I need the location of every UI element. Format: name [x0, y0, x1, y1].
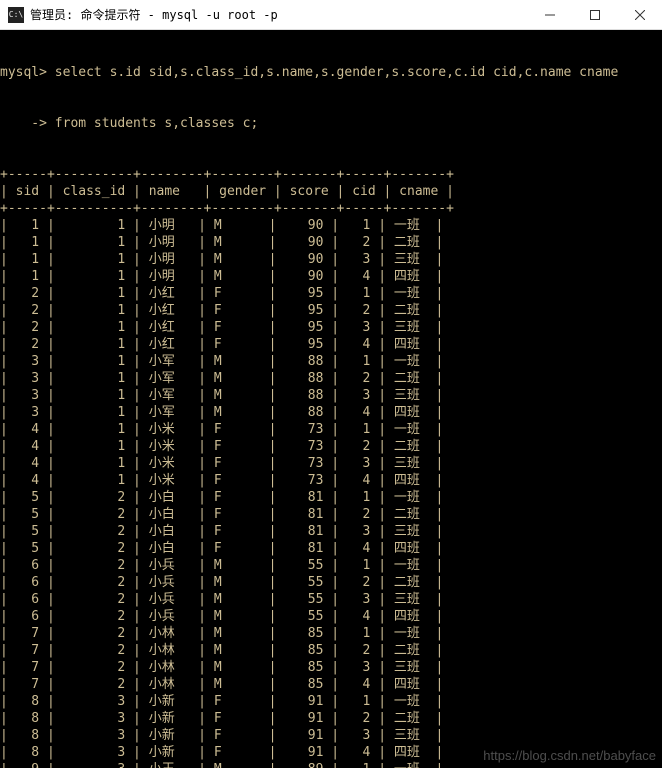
table-row: | 6 | 2 | 小兵 | M | 55 | 2 | 二班 |	[0, 574, 662, 591]
table-row: | 3 | 1 | 小军 | M | 88 | 3 | 三班 |	[0, 387, 662, 404]
titlebar: C:\ 管理员: 命令提示符 - mysql -u root -p	[0, 0, 662, 30]
minimize-button[interactable]	[527, 0, 572, 30]
result-table: +-----+----------+--------+--------+----…	[0, 166, 662, 768]
table-row: | 3 | 1 | 小军 | M | 88 | 2 | 二班 |	[0, 370, 662, 387]
table-row: | 2 | 1 | 小红 | F | 95 | 1 | 一班 |	[0, 285, 662, 302]
table-row: | 6 | 2 | 小兵 | M | 55 | 4 | 四班 |	[0, 608, 662, 625]
table-row: | 5 | 2 | 小白 | F | 81 | 1 | 一班 |	[0, 489, 662, 506]
table-row: | 1 | 1 | 小明 | M | 90 | 2 | 二班 |	[0, 234, 662, 251]
sql-line-1: mysql> select s.id sid,s.class_id,s.name…	[0, 64, 662, 81]
table-header-row: | sid | class_id | name | gender | score…	[0, 183, 662, 200]
table-row: | 7 | 2 | 小林 | M | 85 | 4 | 四班 |	[0, 676, 662, 693]
close-button[interactable]	[617, 0, 662, 30]
table-row: | 1 | 1 | 小明 | M | 90 | 1 | 一班 |	[0, 217, 662, 234]
terminal-content: mysql> select s.id sid,s.class_id,s.name…	[0, 30, 662, 768]
table-row: | 3 | 1 | 小军 | M | 88 | 4 | 四班 |	[0, 404, 662, 421]
table-row: | 8 | 3 | 小新 | F | 91 | 1 | 一班 |	[0, 693, 662, 710]
table-row: | 5 | 2 | 小白 | F | 81 | 2 | 二班 |	[0, 506, 662, 523]
table-row: | 4 | 1 | 小米 | F | 73 | 3 | 三班 |	[0, 455, 662, 472]
table-row: | 7 | 2 | 小林 | M | 85 | 2 | 二班 |	[0, 642, 662, 659]
table-row: | 8 | 3 | 小新 | F | 91 | 2 | 二班 |	[0, 710, 662, 727]
table-row: | 2 | 1 | 小红 | F | 95 | 2 | 二班 |	[0, 302, 662, 319]
table-row: | 4 | 1 | 小米 | F | 73 | 1 | 一班 |	[0, 421, 662, 438]
table-row: | 7 | 2 | 小林 | M | 85 | 1 | 一班 |	[0, 625, 662, 642]
table-row: | 4 | 1 | 小米 | F | 73 | 2 | 二班 |	[0, 438, 662, 455]
cmd-icon: C:\	[8, 7, 24, 23]
table-row: | 1 | 1 | 小明 | M | 90 | 4 | 四班 |	[0, 268, 662, 285]
terminal[interactable]: mysql> select s.id sid,s.class_id,s.name…	[0, 30, 662, 768]
table-row: | 8 | 3 | 小新 | F | 91 | 3 | 三班 |	[0, 727, 662, 744]
maximize-button[interactable]	[572, 0, 617, 30]
table-row: | 2 | 1 | 小红 | F | 95 | 4 | 四班 |	[0, 336, 662, 353]
table-row: | 5 | 2 | 小白 | F | 81 | 3 | 三班 |	[0, 523, 662, 540]
table-row: | 6 | 2 | 小兵 | M | 55 | 3 | 三班 |	[0, 591, 662, 608]
table-row: | 7 | 2 | 小林 | M | 85 | 3 | 三班 |	[0, 659, 662, 676]
table-row: | 2 | 1 | 小红 | F | 95 | 3 | 三班 |	[0, 319, 662, 336]
sql-line-2: -> from students s,classes c;	[0, 115, 662, 132]
table-separator: +-----+----------+--------+--------+----…	[0, 166, 662, 183]
table-row: | 5 | 2 | 小白 | F | 81 | 4 | 四班 |	[0, 540, 662, 557]
table-row: | 1 | 1 | 小明 | M | 90 | 3 | 三班 |	[0, 251, 662, 268]
window-title: 管理员: 命令提示符 - mysql -u root -p	[30, 6, 527, 23]
table-row: | 6 | 2 | 小兵 | M | 55 | 1 | 一班 |	[0, 557, 662, 574]
table-separator: +-----+----------+--------+--------+----…	[0, 200, 662, 217]
table-row: | 3 | 1 | 小军 | M | 88 | 1 | 一班 |	[0, 353, 662, 370]
table-row: | 4 | 1 | 小米 | F | 73 | 4 | 四班 |	[0, 472, 662, 489]
watermark: https://blog.csdn.net/babyface	[483, 747, 656, 764]
